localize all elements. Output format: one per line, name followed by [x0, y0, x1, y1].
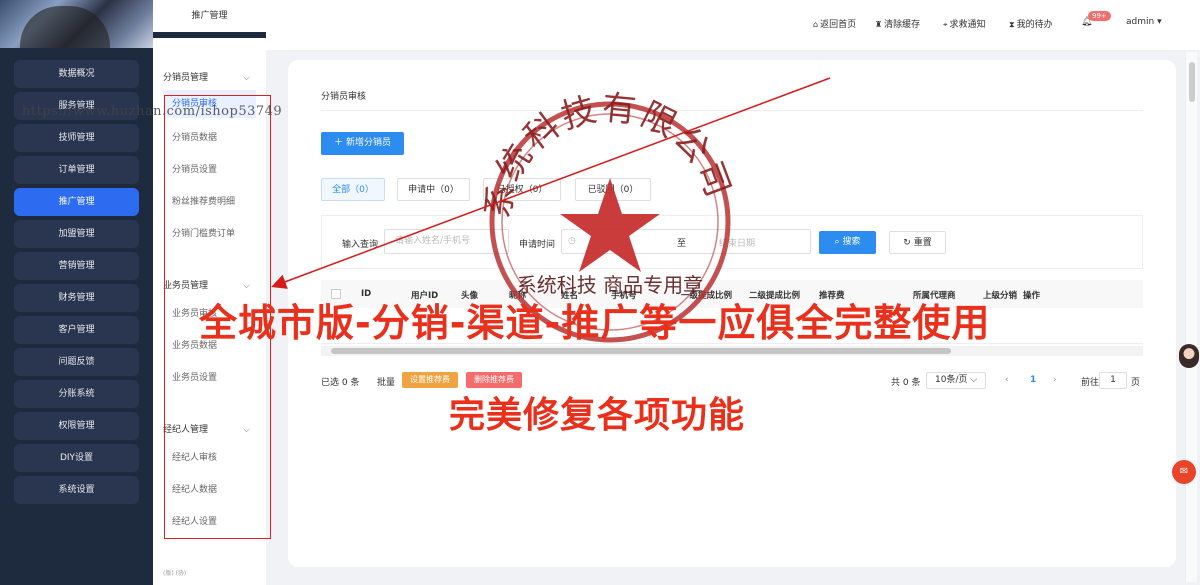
subnav-footer: (版) (协) [163, 570, 187, 577]
home-link[interactable]: ⌂ 返回首页 [813, 17, 856, 30]
help-link[interactable]: ⌖ 求救通知 [943, 17, 986, 30]
clear-cache-link[interactable]: ♜ 清除缓存 [875, 17, 920, 30]
sidebar-item[interactable]: 营销管理 [14, 252, 139, 280]
notification-badge: 99+ [1088, 11, 1111, 21]
tab-applying[interactable]: 申请中（0） [397, 178, 470, 201]
filter-panel: 输入查询 请输入姓名/手机号 申请时间 ◷ 至 结束日期 ⌕ 搜索 ↻ 重置 [321, 215, 1143, 269]
sidebar-item[interactable]: 系统设置 [14, 476, 139, 504]
clock-icon: ◷ [568, 236, 576, 246]
next-page-button[interactable]: › [1053, 375, 1057, 385]
caret-down-icon: ▾ [1157, 17, 1162, 27]
page-size-select[interactable]: 10条/页 ⌵ [926, 372, 987, 389]
sidebar-item[interactable]: 财务管理 [14, 284, 139, 312]
alarm-icon: ⌖ [943, 20, 948, 29]
floating-avatar[interactable] [1179, 344, 1199, 368]
current-page[interactable]: 1 [1030, 375, 1036, 385]
home-icon: ⌂ [813, 20, 819, 29]
batch-label: 批量 [377, 378, 396, 388]
user-menu[interactable]: admin ▾ [1126, 17, 1162, 27]
promo-subline: 完美修复各项功能 [449, 395, 746, 436]
add-distributor-button[interactable]: ＋ 新增分销员 [321, 132, 404, 155]
page-suffix: 页 [1131, 378, 1141, 388]
refresh-icon: ↻ [903, 238, 911, 248]
prev-page-button[interactable]: ‹ [1005, 375, 1009, 385]
chevron-down-icon: ⌵ [970, 375, 978, 385]
date-range-picker[interactable]: ◷ 至 结束日期 [561, 229, 811, 254]
sidebar-item[interactable]: 推广管理 [14, 188, 139, 216]
total-count: 共 0 条 [891, 378, 921, 388]
breadcrumb: 分销员审核 [321, 92, 367, 102]
sidebar-item[interactable]: 技师管理 [14, 124, 139, 152]
sidebar-item[interactable]: 订单管理 [14, 156, 139, 184]
floating-action-icon[interactable]: ✉ [1172, 460, 1196, 484]
time-label: 申请时间 [519, 240, 556, 250]
search-button[interactable]: ⌕ 搜索 [819, 231, 876, 254]
sidebar-item[interactable]: 客户管理 [14, 316, 139, 344]
sidebar-item[interactable]: 问题反馈 [14, 348, 139, 376]
tab-all[interactable]: 全部（0） [321, 178, 385, 201]
sidebar-item[interactable]: 加盟管理 [14, 220, 139, 248]
subnav-group-title[interactable]: 分销员管理 ⌵ [153, 66, 266, 90]
url-watermark: https://www.huzhan.com/ishop53749 [22, 104, 283, 119]
sidebar-item[interactable]: 权限管理 [14, 412, 139, 440]
top-header: ⌂ 返回首页 ♜ 清除缓存 ⌖ 求救通知 ⧗ 我的待办 🔔︎ 99+ admin ▾ [266, 0, 1200, 50]
broom-icon: ♜ [875, 20, 883, 29]
plus-icon: ＋ [334, 138, 344, 148]
sidebar-item[interactable]: DIY设置 [14, 444, 139, 472]
query-input[interactable]: 请输入姓名/手机号 [384, 229, 509, 254]
chevron-down-icon: ⌵ [243, 73, 250, 83]
todo-link[interactable]: ⧗ 我的待办 [1009, 17, 1053, 30]
goto-label: 前往 [1081, 378, 1100, 388]
reset-button[interactable]: ↻ 重置 [889, 231, 946, 254]
page-scrollbar[interactable] [1185, 52, 1197, 582]
sidebar-item[interactable]: 分账系统 [14, 380, 139, 408]
main-sidebar: 数据概况 服务管理 技师管理 订单管理 推广管理 加盟管理 营销管理 财务管理 客户管理 问题反馈… [0, 0, 153, 585]
tab-authorized[interactable]: 已授权（0） [483, 178, 561, 201]
goto-page-input[interactable]: 1 [1099, 372, 1127, 389]
promo-headline: 全城市版-分销-渠道-推广等一应俱全完整使用 [199, 301, 991, 345]
sidebar-banner-image [0, 0, 153, 48]
table-scrollbar[interactable] [321, 346, 1143, 356]
end-date-input[interactable]: 结束日期 [719, 236, 755, 249]
subnav-title: 推广管理 [153, 0, 266, 38]
hourglass-icon: ⧗ [1009, 20, 1015, 29]
tab-rejected[interactable]: 已驳回（0） [575, 178, 651, 201]
selected-count: 已选 0 条 [321, 378, 360, 388]
divider [321, 110, 1143, 111]
main-menu: 数据概况 服务管理 技师管理 订单管理 推广管理 加盟管理 营销管理 财务管理 客户管理 问题反馈… [14, 60, 140, 508]
query-label: 输入查询 [342, 240, 379, 250]
col-actions: 操作 [1023, 291, 1041, 301]
sidebar-item[interactable]: 数据概况 [14, 60, 139, 88]
search-icon: ⌕ [834, 237, 840, 247]
date-to: 至 [677, 239, 687, 249]
